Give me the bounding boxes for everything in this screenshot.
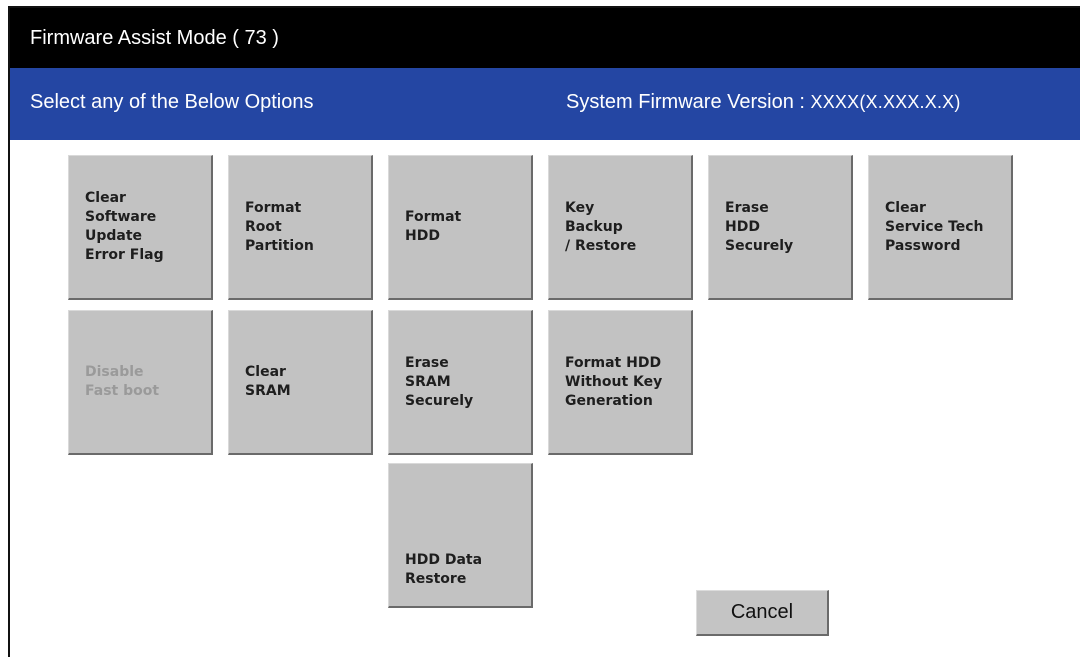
option-label: Format HDD	[405, 209, 462, 244]
option-label: Clear Service Tech Password	[885, 199, 984, 254]
erase-sram-securely-button[interactable]: Erase SRAM Securely	[388, 310, 533, 455]
option-label: Format HDD Without Key Generation	[565, 354, 663, 409]
cancel-button[interactable]: Cancel	[696, 590, 829, 636]
window-title: Firmware Assist Mode ( 73 )	[10, 8, 1080, 68]
option-label: Clear Software Update Error Flag	[85, 190, 164, 263]
option-label: Clear SRAM	[245, 364, 291, 399]
subheader-bar: Select any of the Below Options System F…	[10, 68, 1080, 140]
format-root-partition-button[interactable]: Format Root Partition	[228, 155, 373, 300]
option-label: Erase SRAM Securely	[405, 354, 474, 409]
erase-hdd-securely-button[interactable]: Erase HDD Securely	[708, 155, 853, 300]
firmware-version: System Firmware Version : XXXX(X.XXX.X.X…	[566, 68, 961, 136]
option-label: Erase HDD Securely	[725, 199, 794, 254]
key-backup-restore-button[interactable]: Key Backup / Restore	[548, 155, 693, 300]
hdd-data-restore-button[interactable]: HDD Data Restore	[388, 463, 533, 608]
firmware-version-label: System Firmware Version :	[566, 91, 811, 113]
format-hdd-without-key-generation-button[interactable]: Format HDD Without Key Generation	[548, 310, 693, 455]
option-label: Disable Fast boot	[85, 364, 160, 399]
instruction-text: Select any of the Below Options	[30, 91, 314, 113]
clear-sram-button[interactable]: Clear SRAM	[228, 310, 373, 455]
format-hdd-button[interactable]: Format HDD	[388, 155, 533, 300]
clear-software-update-error-flag-button[interactable]: Clear Software Update Error Flag	[68, 155, 213, 300]
clear-service-tech-password-button[interactable]: Clear Service Tech Password	[868, 155, 1013, 300]
firmware-version-value: XXXX(X.XXX.X.X)	[810, 92, 961, 112]
option-label: HDD Data Restore	[405, 552, 483, 587]
disable-fast-boot-button: Disable Fast boot	[68, 310, 213, 455]
option-label: Key Backup / Restore	[565, 199, 637, 254]
option-label: Format Root Partition	[245, 199, 314, 254]
